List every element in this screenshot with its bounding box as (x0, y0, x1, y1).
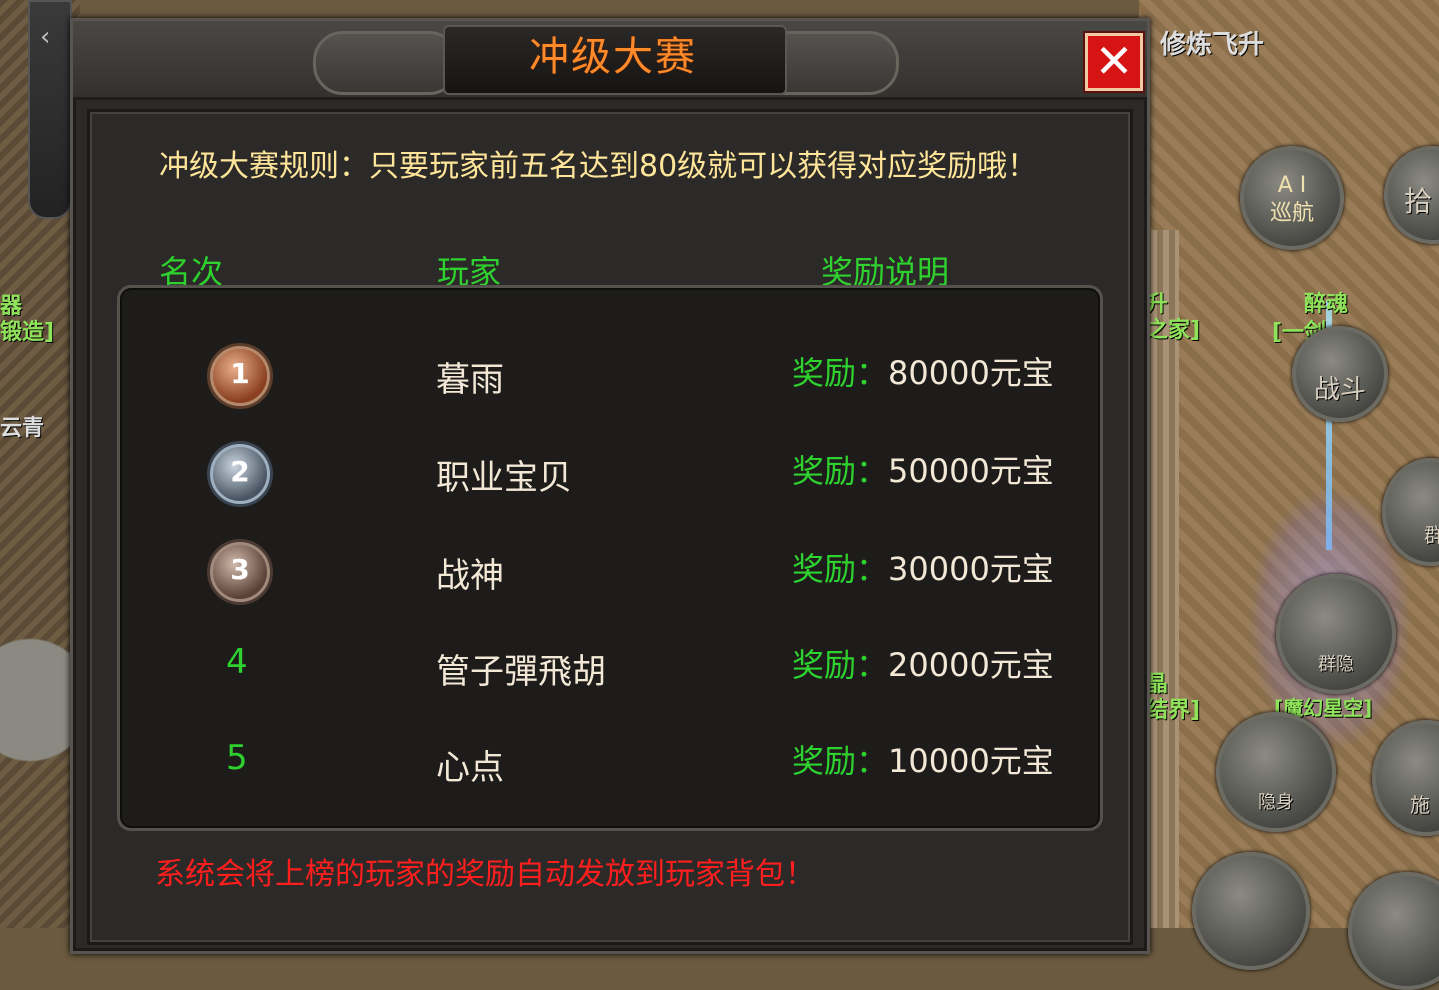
reward-value: 50000元宝 (888, 452, 1054, 490)
reward-value: 30000元宝 (888, 550, 1054, 588)
reward-label: 奖励： (792, 742, 889, 780)
reward-label: 奖励： (792, 354, 889, 392)
table-row: 1 暮雨 奖励： 80000元宝 (120, 346, 1100, 406)
ai-label: A I 巡航 (1269, 173, 1314, 226)
rank-2-medal-icon: 2 (210, 444, 270, 504)
player-name: 心点 (436, 748, 504, 788)
rules-text: 冲级大赛规则：只要玩家前五名达到80级就可以获得对应奖励哦！ (159, 149, 1038, 184)
player-name: 职业宝贝 (436, 458, 572, 498)
footer-note: 系统会将上榜的玩家的奖励自动发放到玩家背包！ (155, 857, 815, 892)
ai-cruise-button[interactable]: A I 巡航 (1240, 146, 1344, 250)
chevron-left-icon: ‹ (40, 22, 51, 52)
reward-value: 20000元宝 (888, 646, 1054, 684)
player-name: 暮雨 (436, 360, 504, 400)
fight-button[interactable]: 战斗 (1292, 326, 1388, 422)
close-button[interactable]: ✕ (1085, 33, 1143, 91)
table-row: 3 战神 奖励： 30000元宝 (120, 542, 1100, 602)
reward-label: 奖励： (792, 550, 889, 588)
rank-1-medal-icon: 1 (210, 346, 270, 406)
map-label: 之家] (1146, 318, 1201, 343)
dialog-header: 冲级大赛 ✕ (73, 21, 1147, 100)
table-row: 2 职业宝贝 奖励： 50000元宝 (120, 444, 1100, 504)
reward-value: 10000元宝 (888, 742, 1054, 780)
group-hide-button[interactable]: 群隐 (1276, 574, 1396, 694)
level-race-dialog: 冲级大赛 ✕ 冲级大赛规则：只要玩家前五名达到80级就可以获得对应奖励哦！ 名次… (70, 18, 1150, 954)
rank-3-medal-icon: 3 (210, 542, 270, 602)
hide-button[interactable]: 隐身 (1216, 712, 1336, 832)
rank-number: 5 (226, 738, 248, 778)
table-row: 5 心点 奖励： 10000元宝 (120, 734, 1100, 794)
close-icon: ✕ (1094, 34, 1134, 88)
header-ornament (313, 31, 459, 95)
player-name: 战神 (436, 556, 504, 596)
rank-number: 4 (226, 642, 248, 682)
table-row: 4 管子彈飛胡 奖励： 20000元宝 (120, 638, 1100, 698)
map-label: 云青 (0, 416, 45, 441)
reward-label: 奖励： (792, 646, 889, 684)
game-background-left: ‹ 器 锻造] 云青 (0, 0, 80, 928)
ranking-table: 1 暮雨 奖励： 80000元宝 2 职业宝贝 奖励： 50000元宝 3 战神… (117, 285, 1103, 831)
map-label: 结界] (1146, 698, 1201, 723)
reward-value: 80000元宝 (888, 354, 1054, 392)
map-label: 锻造] (0, 320, 55, 345)
skill-slot-button[interactable] (1192, 852, 1310, 970)
side-collapse-tab[interactable]: ‹ (28, 0, 72, 219)
cultivate-ascend-label[interactable]: 修炼飞升 (1160, 24, 1264, 61)
player-name: 管子彈飛胡 (436, 652, 606, 692)
dialog-title: 冲级大赛 (529, 34, 697, 80)
reward-label: 奖励： (792, 452, 889, 490)
